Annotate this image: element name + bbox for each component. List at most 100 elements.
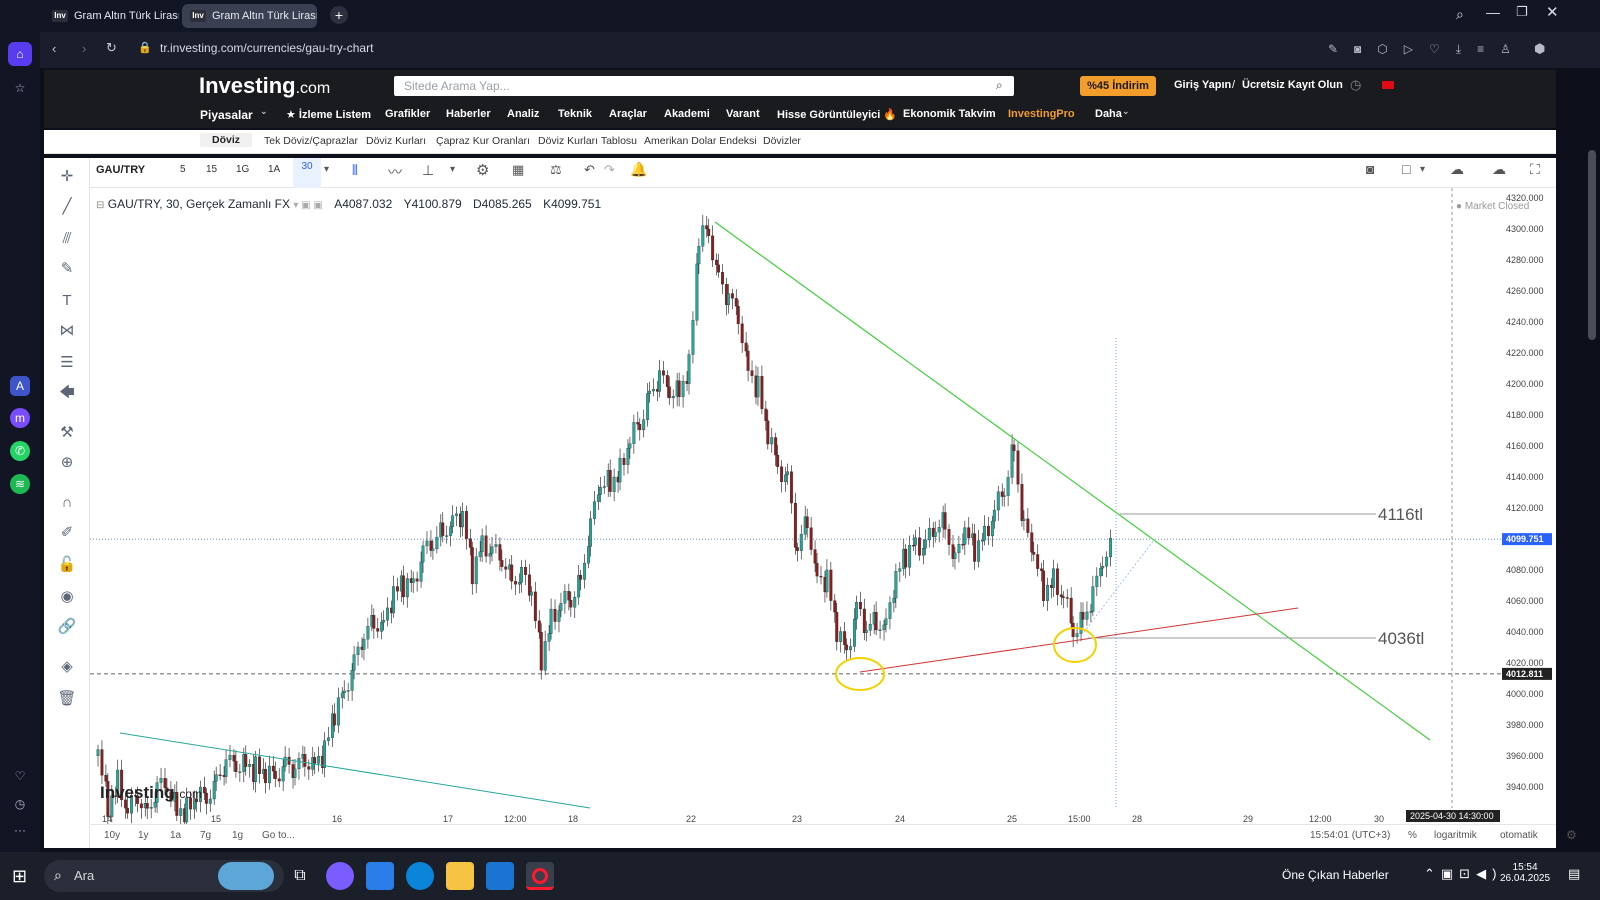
task-view-icon[interactable]: ⧉ <box>286 862 314 890</box>
lock-drawings-icon[interactable]: 🔓 <box>56 554 78 576</box>
magnet-icon[interactable]: ∩ <box>56 492 78 514</box>
subnav-doviz[interactable]: Döviz <box>200 133 253 147</box>
windows-start-icon[interactable]: ⊞ <box>12 866 27 887</box>
symbol-field[interactable]: GAU/TRY <box>96 164 145 176</box>
tab-active[interactable]: Inv Gram Altın Türk Lirası Gra <box>182 4 317 28</box>
nav-grafikler[interactable]: Grafikler <box>385 108 430 120</box>
layout-dropdown-icon[interactable]: ▾ <box>1420 164 1425 175</box>
reload-icon[interactable]: ↻ <box>106 40 117 56</box>
pitchfork-icon[interactable]: ⫻ <box>56 228 78 250</box>
nav-akademi[interactable]: Akademi <box>664 108 710 120</box>
trendline-icon[interactable]: ╱ <box>56 196 78 218</box>
register-link[interactable]: Ücretsiz Kayıt Olun <box>1242 79 1343 91</box>
more-icon[interactable]: ··· <box>10 820 30 840</box>
minimize-icon[interactable]: — <box>1486 4 1500 20</box>
nav-analiz[interactable]: Analiz <box>507 108 539 120</box>
nav-araclar[interactable]: Araçlar <box>609 108 647 120</box>
layers-icon[interactable]: ◈ <box>56 656 78 678</box>
fibonacci-icon[interactable]: ☰ <box>56 352 78 374</box>
cloud-load-icon[interactable]: ☁ <box>1450 161 1464 178</box>
subnav-kurlar-tablosu[interactable]: Döviz Kurları Tablosu <box>538 135 637 147</box>
interval-15[interactable]: 15 <box>206 164 217 175</box>
taskbar-clock[interactable]: 15:54 26.04.2025 <box>1500 862 1550 884</box>
range-1g[interactable]: 1g <box>232 830 243 841</box>
back-icon[interactable]: ‹ <box>52 41 56 56</box>
camera-icon[interactable]: ◙ <box>1366 161 1374 177</box>
url-field[interactable]: tr.investing.com/currencies/gau-try-char… <box>160 41 373 55</box>
tab-inactive[interactable]: Inv Gram Altın Türk Lirası Gra <box>44 4 179 28</box>
chart-type-dropdown-icon[interactable]: ▾ <box>450 164 455 175</box>
clock-icon[interactable]: ◷ <box>1350 77 1361 93</box>
promo-button[interactable]: %45 İndirim <box>1080 76 1156 96</box>
zoom-in-icon[interactable]: ⊕ <box>56 452 78 474</box>
interval-dropdown-icon[interactable]: ▾ <box>324 164 329 175</box>
page-scrollbar[interactable] <box>1588 150 1596 340</box>
nav-varant[interactable]: Varant <box>726 108 760 120</box>
subnav-doviz-kurlari[interactable]: Döviz Kurları <box>366 135 426 147</box>
nav-teknik[interactable]: Teknik <box>558 108 592 120</box>
percent-toggle[interactable]: % <box>1408 830 1417 841</box>
system-tray-icon[interactable]: ⌃▣⊡◀) <box>1424 866 1502 882</box>
settings-icon[interactable]: ⚙ <box>476 161 489 179</box>
arrow-left-icon[interactable]: 🡄 <box>56 382 78 404</box>
site-search-input[interactable]: Sitede Arama Yap... <box>394 76 1014 96</box>
spotify-icon[interactable]: ≋ <box>10 474 30 494</box>
redo-icon[interactable]: ↷ <box>604 162 615 178</box>
turkey-flag-icon[interactable] <box>1382 81 1394 89</box>
subnav-dolar-endeksi[interactable]: Amerikan Dolar Endeksi <box>644 135 757 147</box>
lock-icon[interactable]: 🔒 <box>138 41 152 54</box>
nav-hisse-goruntuleyici[interactable]: Hisse Görüntüleyici 🔥 <box>777 108 897 121</box>
nav-investingpro[interactable]: InvestingPro <box>1008 108 1075 120</box>
layout-icon[interactable]: □ <box>1402 161 1410 177</box>
link-icon[interactable]: 🔗 <box>56 616 78 638</box>
bars-icon[interactable]: ⊥ <box>422 162 434 179</box>
weather-widget-icon[interactable] <box>218 862 274 890</box>
range-7g[interactable]: 7g <box>200 830 211 841</box>
trash-icon[interactable]: 🗑 <box>56 688 78 710</box>
news-widget[interactable]: Öne Çıkan Haberler <box>1282 868 1389 882</box>
copilot-icon[interactable] <box>326 862 354 890</box>
pattern-icon[interactable]: ⋈ <box>56 320 78 342</box>
history-icon[interactable]: ◷ <box>10 794 30 814</box>
subnav-dovizler[interactable]: Dövizler <box>763 135 801 147</box>
interval-1g[interactable]: 1G <box>236 164 249 175</box>
compare-icon[interactable]: ⚖ <box>550 162 562 178</box>
auto-toggle[interactable]: otomatik <box>1500 830 1538 841</box>
store-icon[interactable] <box>366 862 394 890</box>
home-icon[interactable]: ⌂ <box>8 42 32 66</box>
nav-izleme-listem[interactable]: ★ İzleme Listem <box>286 108 371 121</box>
interval-1a[interactable]: 1A <box>268 164 280 175</box>
opera-taskbar-icon[interactable] <box>526 862 554 890</box>
chart-settings-icon[interactable]: ⚙ <box>1566 828 1577 842</box>
candles-icon[interactable]: ⫴ <box>352 162 358 179</box>
line-chart-icon[interactable]: 〰 <box>388 162 402 182</box>
edge-icon[interactable] <box>406 862 434 890</box>
aria-icon[interactable]: A <box>10 376 30 396</box>
eye-icon[interactable]: ◉ <box>56 586 78 608</box>
search-icon[interactable]: ⌕ <box>996 78 1003 93</box>
price-chart[interactable]: 4320.0004300.0004280.0004260.0004240.000… <box>90 188 1556 833</box>
nav-piyasalar[interactable]: Piyasalar <box>200 108 253 122</box>
text-icon[interactable]: T <box>56 290 78 312</box>
range-10y[interactable]: 10y <box>104 830 120 841</box>
nav-daha[interactable]: Daha <box>1095 108 1122 120</box>
mail-icon[interactable] <box>486 862 514 890</box>
range-1y[interactable]: 1y <box>138 830 149 841</box>
log-toggle[interactable]: logaritmik <box>1434 830 1477 841</box>
nav-ekonomik-takvim[interactable]: Ekonomik Takvim <box>903 108 996 120</box>
interval-30[interactable]: 30 <box>293 158 321 188</box>
cloud-save-icon[interactable]: ☁ <box>1492 161 1506 178</box>
restore-icon[interactable]: ❐ <box>1516 4 1528 20</box>
brush-icon[interactable]: ✎ <box>56 258 78 280</box>
address-bar-actions-icon[interactable]: ✎◙⬡▷♡⤓≡♙ <box>1328 42 1527 57</box>
heart-icon[interactable]: ♡ <box>10 766 30 786</box>
forward-icon[interactable]: › <box>82 41 86 56</box>
collapse-icon[interactable]: ⊟ <box>96 200 104 211</box>
investing-logo[interactable]: Investing.com <box>199 73 330 99</box>
indicators-icon[interactable]: ▦ <box>512 162 524 178</box>
messenger-icon[interactable]: m <box>10 408 30 428</box>
measure-icon[interactable]: ⚒ <box>56 422 78 444</box>
fullscreen-icon[interactable]: ⛶ <box>1530 161 1540 178</box>
undo-icon[interactable]: ↶ <box>584 162 595 178</box>
chart-area[interactable]: 4320.000 4300.000 4280.000 4260.000 4240.000… <box>90 188 1556 848</box>
